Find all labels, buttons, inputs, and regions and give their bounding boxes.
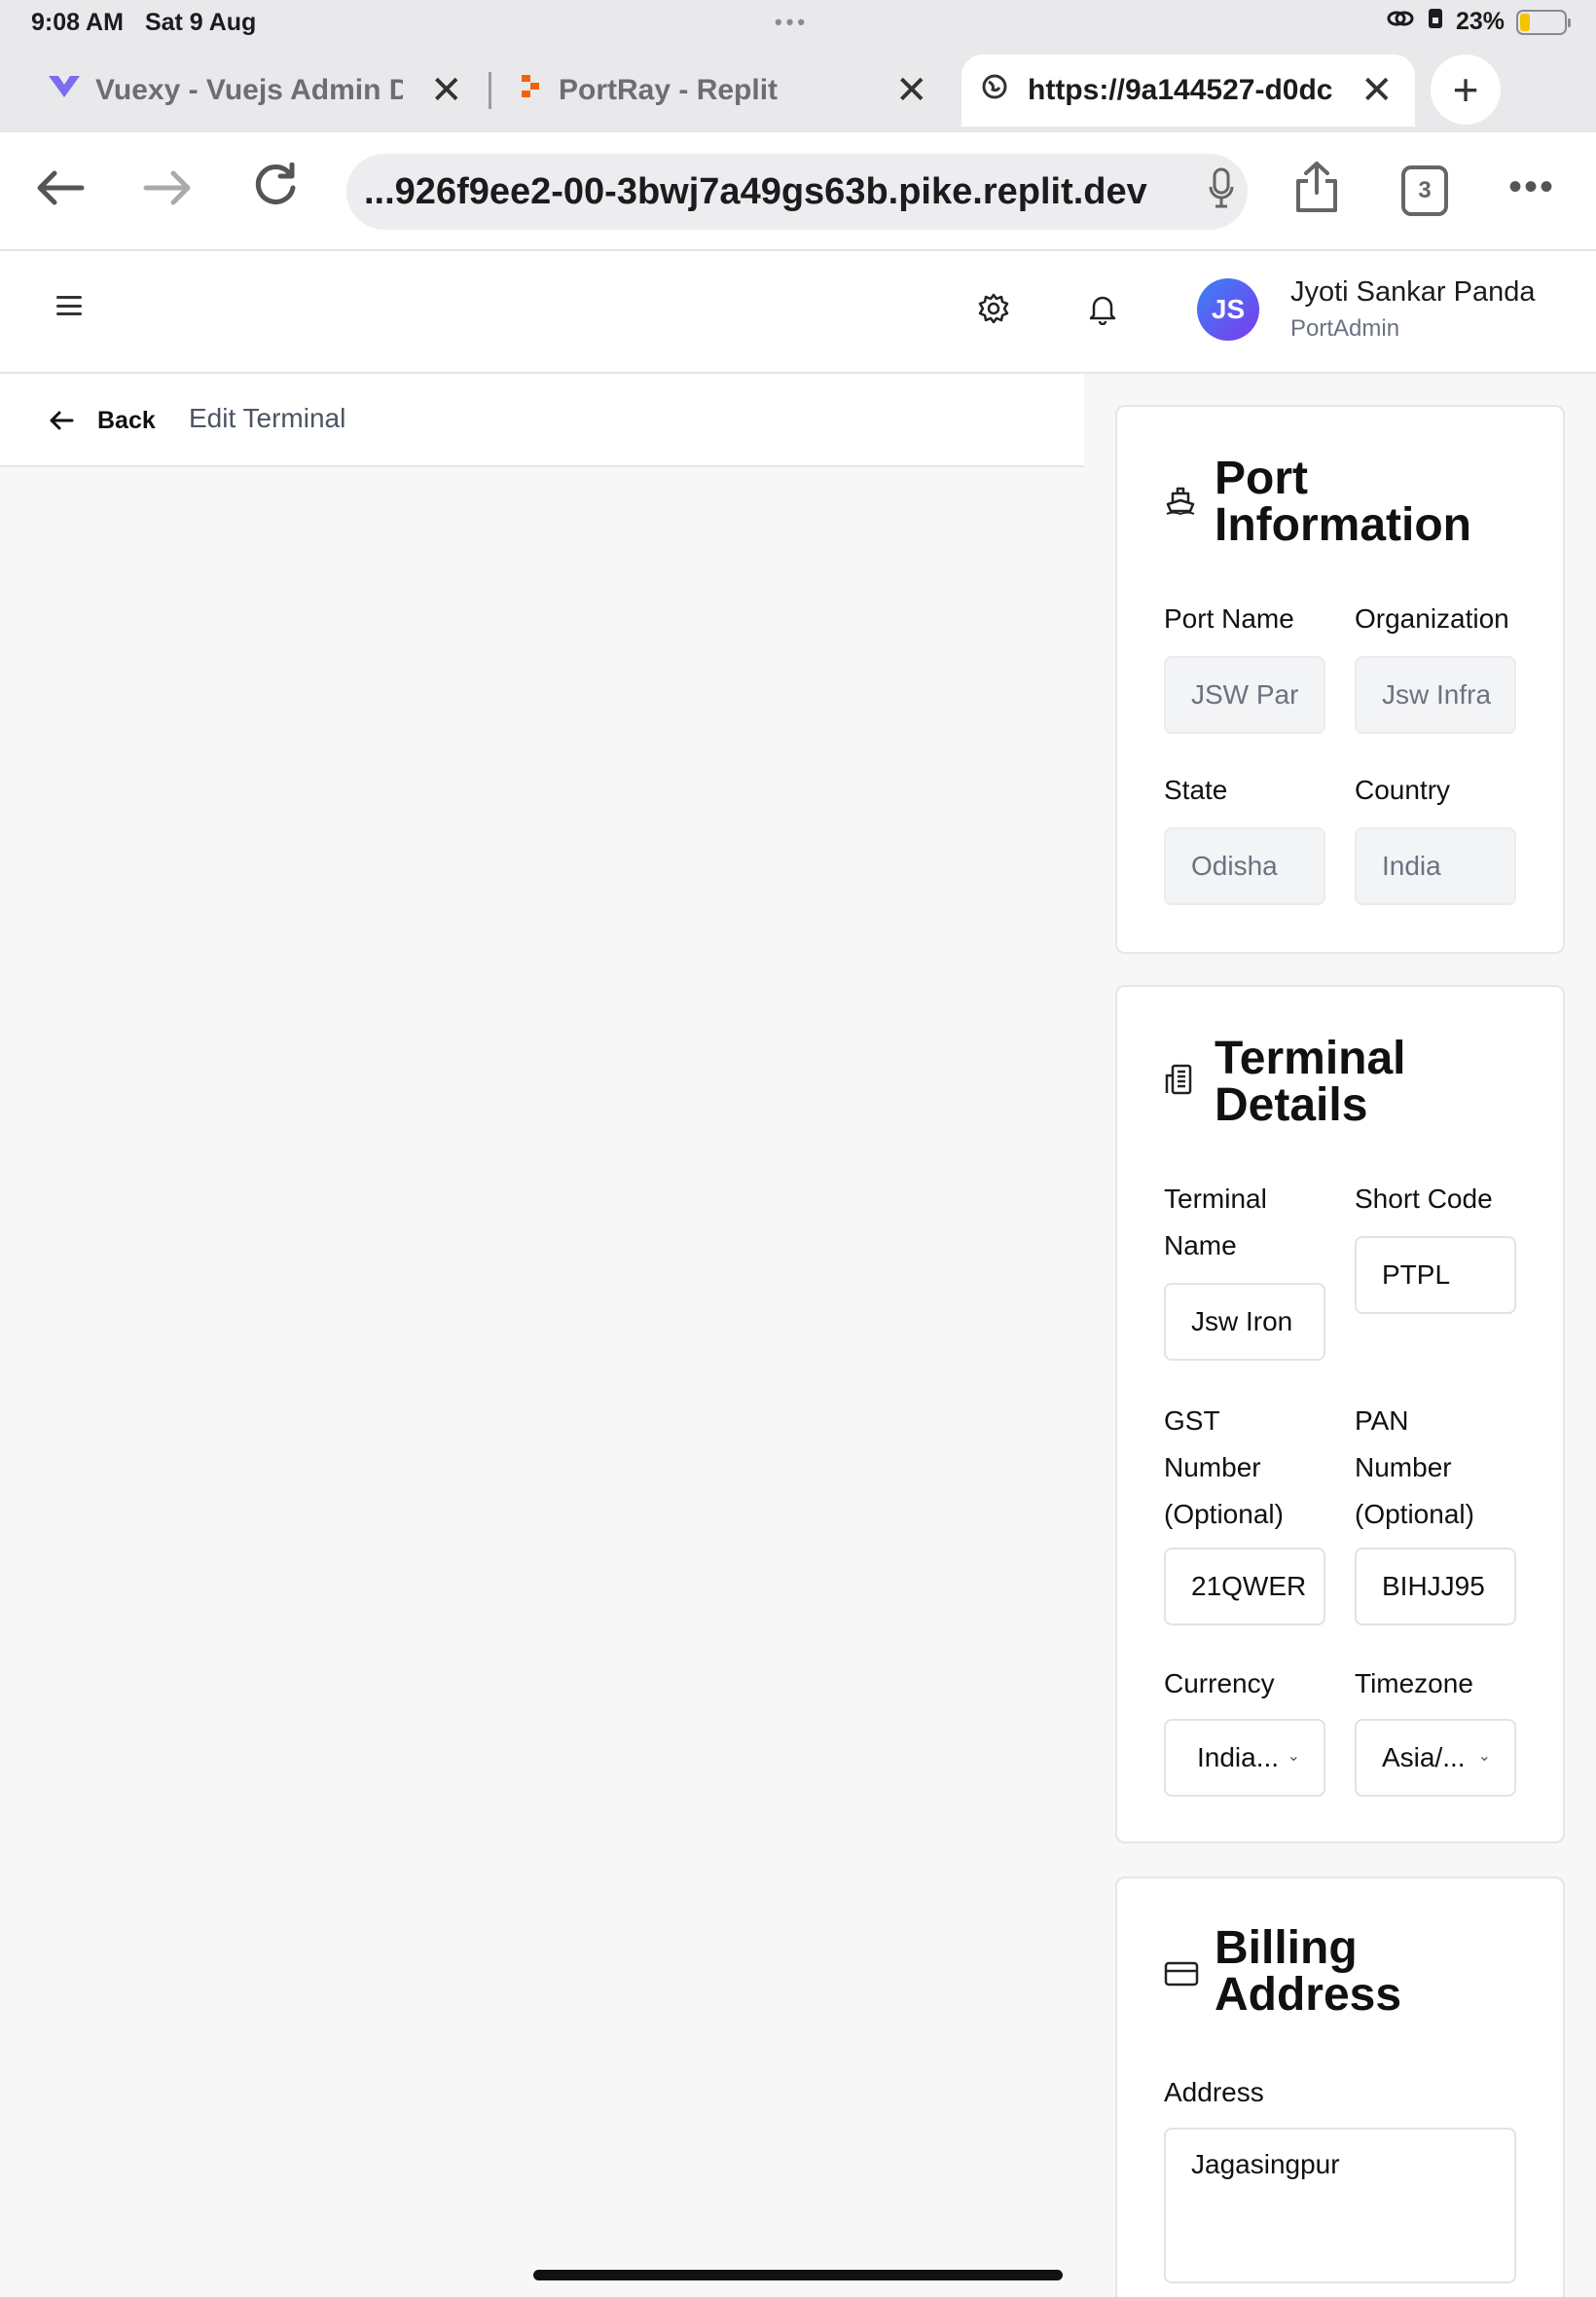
chevron-down-icon: ⌄	[1287, 1748, 1300, 1765]
forward-arrow-icon[interactable]	[142, 162, 193, 220]
timezone-value: Asia/...	[1382, 1742, 1466, 1772]
back-label: Back	[97, 407, 156, 434]
building-icon	[1164, 1063, 1197, 1105]
back-button[interactable]: Back	[49, 403, 156, 439]
currency-value: India...	[1197, 1742, 1280, 1772]
card-title-line1: Billing	[1215, 1922, 1358, 1974]
billing-address-card: Billing Address Address Jagasingpur	[1115, 1877, 1565, 2297]
lock-rotation-icon	[1427, 8, 1444, 36]
tab-portray[interactable]: PortRay - Replit ✕	[516, 55, 944, 127]
page-header: Back Edit Terminal	[0, 374, 1084, 467]
browser-tab-bar: Vuexy - Vuejs Admin Da ✕ PortRay - Repli…	[0, 45, 1596, 132]
country-label: Country	[1355, 775, 1451, 805]
battery-icon	[1516, 9, 1571, 35]
chevron-down-icon: ⌄	[1477, 1748, 1491, 1765]
country-field: India	[1355, 827, 1516, 905]
back-arrow-icon[interactable]	[35, 162, 86, 220]
gst-label-line3: (Optional)	[1164, 1499, 1284, 1529]
card-title-line1: Port	[1215, 453, 1308, 504]
gst-label-line1: GST	[1164, 1405, 1220, 1436]
new-tab-button[interactable]: +	[1431, 55, 1501, 125]
url-text: ...926f9ee2-00-3bwj7a49gs63b.pike.replit…	[364, 170, 1147, 212]
port-name-label: Port Name	[1164, 603, 1294, 634]
timezone-select[interactable]: Asia/... ⌄	[1355, 1719, 1516, 1797]
close-tab-icon[interactable]: ✕	[430, 68, 463, 113]
pan-label-line1: PAN	[1355, 1405, 1409, 1436]
pan-number-input[interactable]: BIHJJ95	[1355, 1548, 1516, 1625]
user-role: PortAdmin	[1290, 315, 1400, 342]
reload-icon[interactable]	[251, 162, 300, 220]
terminal-name-label-line1: Terminal	[1164, 1184, 1267, 1214]
port-name-field: JSW Par	[1164, 656, 1325, 734]
card-title-line2: Information	[1215, 499, 1471, 551]
settings-gear-icon[interactable]	[977, 292, 1010, 333]
card-title-line2: Address	[1215, 1969, 1402, 2021]
port-information-card: Port Information Port Name Organization …	[1115, 405, 1565, 954]
address-label: Address	[1164, 2077, 1264, 2107]
timezone-label: Timezone	[1355, 1668, 1473, 1698]
globe-icon	[981, 73, 1008, 108]
terminal-name-input[interactable]: Jsw Iron	[1164, 1283, 1325, 1361]
organization-label: Organization	[1355, 603, 1509, 634]
replit-logo-icon	[520, 73, 541, 108]
link-icon	[1386, 8, 1415, 36]
credit-card-icon	[1164, 1958, 1199, 1996]
short-code-label: Short Code	[1355, 1184, 1493, 1214]
page-title: Edit Terminal	[189, 403, 346, 433]
address-textarea[interactable]: Jagasingpur	[1164, 2128, 1516, 2283]
state-label: State	[1164, 775, 1228, 805]
status-time: 9:08 AM	[31, 8, 124, 36]
arrow-left-icon	[49, 403, 74, 439]
terminal-name-label-line2: Name	[1164, 1230, 1237, 1260]
more-options-icon[interactable]: •••	[1508, 165, 1555, 209]
tab-vuexy[interactable]: Vuexy - Vuejs Admin Da ✕	[29, 55, 477, 127]
terminal-details-card: Terminal Details Terminal Name Short Cod…	[1115, 985, 1565, 1843]
notification-bell-icon[interactable]	[1086, 292, 1119, 333]
card-title-line2: Details	[1215, 1079, 1368, 1131]
close-tab-icon[interactable]: ✕	[1360, 68, 1394, 113]
ship-icon	[1164, 483, 1197, 525]
status-bar: 9:08 AM Sat 9 Aug ••• 23%	[0, 0, 1596, 45]
organization-field: Jsw Infra	[1355, 656, 1516, 734]
tab-count-button[interactable]: 3	[1401, 165, 1448, 216]
tab-label: Vuexy - Vuejs Admin Da	[95, 74, 403, 106]
pan-label-line3: (Optional)	[1355, 1499, 1474, 1529]
state-field: Odisha	[1164, 827, 1325, 905]
menu-icon[interactable]	[56, 296, 82, 315]
browser-toolbar: ...926f9ee2-00-3bwj7a49gs63b.pike.replit…	[0, 132, 1596, 251]
vuexy-logo-icon	[47, 73, 82, 108]
share-icon[interactable]	[1294, 160, 1339, 227]
avatar[interactable]: JS	[1197, 278, 1259, 341]
currency-select[interactable]: India... ⌄	[1164, 1719, 1325, 1797]
user-name: Jyoti Sankar Panda	[1290, 276, 1536, 308]
pan-label-line2: Number	[1355, 1452, 1452, 1482]
gst-number-input[interactable]: 21QWER	[1164, 1548, 1325, 1625]
tab-label: PortRay - Replit	[559, 74, 779, 106]
home-indicator[interactable]	[533, 2270, 1063, 2280]
tab-label: https://9a144527-d0dc	[1028, 74, 1333, 106]
card-title-line1: Terminal	[1215, 1033, 1406, 1084]
close-tab-icon[interactable]: ✕	[895, 68, 928, 113]
app-header: JS Jyoti Sankar Panda PortAdmin	[0, 251, 1596, 374]
multitask-dots-icon[interactable]: •••	[775, 10, 809, 35]
microphone-icon[interactable]	[1209, 167, 1234, 220]
gst-label-line2: Number	[1164, 1452, 1261, 1482]
short-code-input[interactable]: PTPL	[1355, 1236, 1516, 1314]
tab-divider	[489, 72, 491, 109]
battery-percent: 23%	[1455, 8, 1505, 35]
tab-active[interactable]: https://9a144527-d0dc ✕	[961, 55, 1415, 127]
currency-label: Currency	[1164, 1668, 1275, 1698]
status-date: Sat 9 Aug	[144, 8, 257, 36]
address-bar[interactable]: ...926f9ee2-00-3bwj7a49gs63b.pike.replit…	[346, 154, 1248, 230]
